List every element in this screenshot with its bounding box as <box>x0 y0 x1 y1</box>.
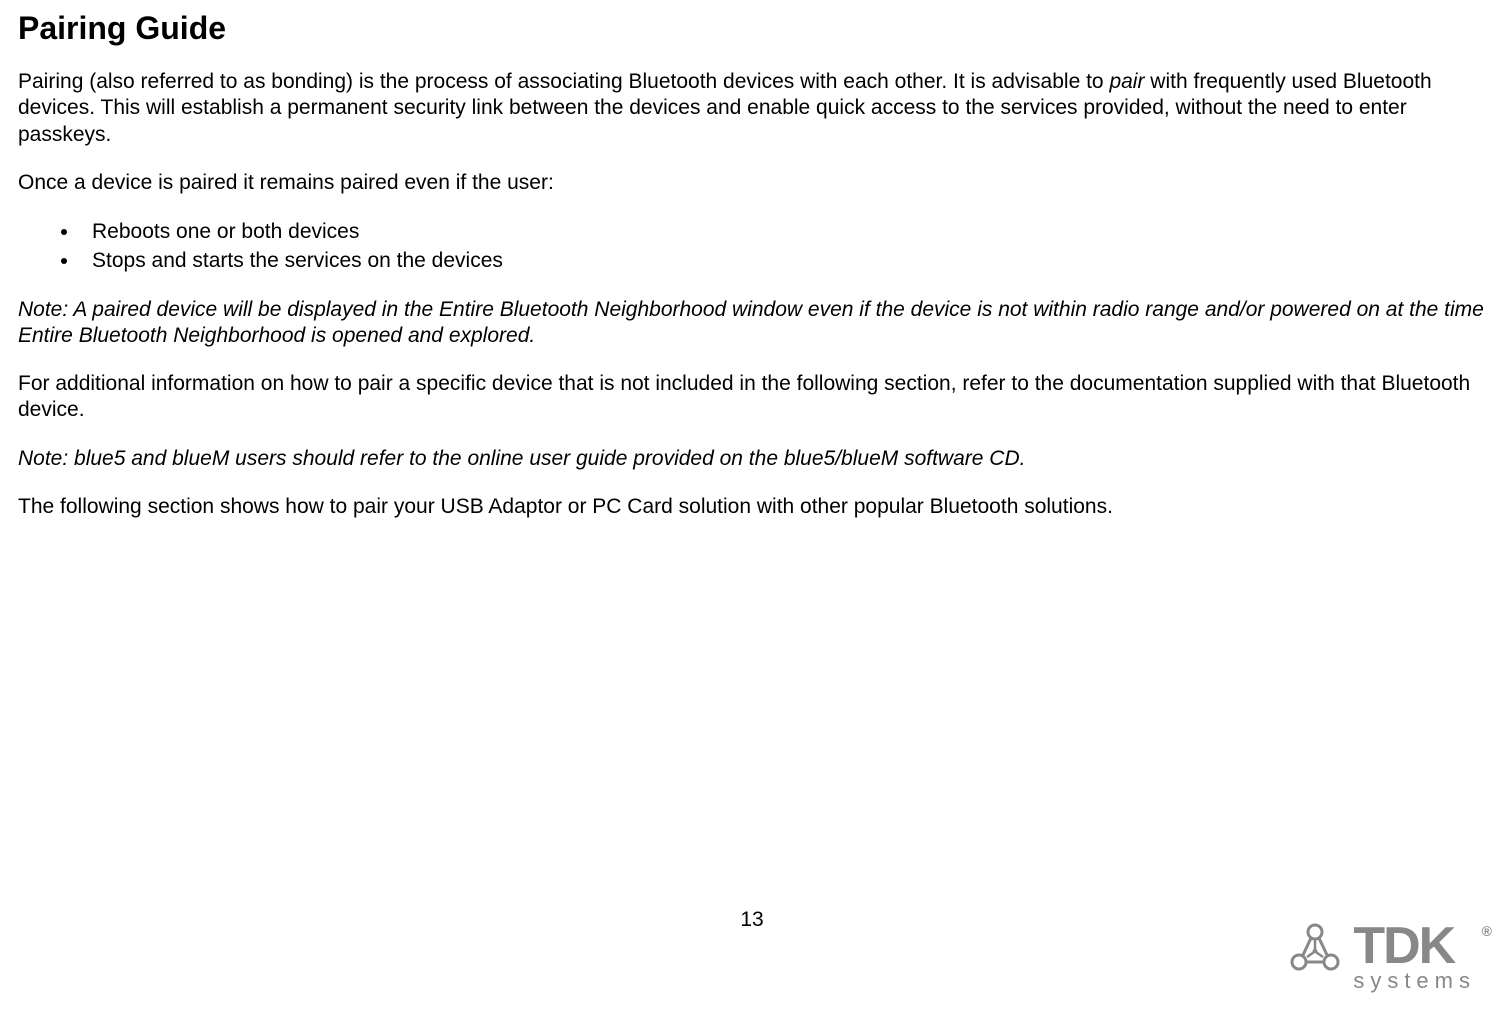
paragraph-following-section: The following section shows how to pair … <box>18 494 1486 520</box>
tdk-logo: TDK® systems <box>1285 920 1476 992</box>
paragraph-additional-info: For additional information on how to pai… <box>18 371 1486 424</box>
page-title: Pairing Guide <box>18 10 1486 47</box>
list-item: Reboots one or both devices <box>80 218 1486 245</box>
tdk-logo-text: TDK® systems <box>1353 920 1476 992</box>
paragraph-intro: Pairing (also referred to as bonding) is… <box>18 69 1486 148</box>
page-number: 13 <box>740 908 763 932</box>
bullet-list: Reboots one or both devices Stops and st… <box>18 218 1486 275</box>
tdk-logo-icon <box>1285 920 1345 980</box>
registered-mark: ® <box>1482 924 1490 938</box>
document-content: Pairing Guide Pairing (also referred to … <box>18 10 1486 520</box>
tdk-brand-name: TDK® <box>1353 920 1476 972</box>
note-blue5-bluem: Note: blue5 and blueM users should refer… <box>18 446 1486 472</box>
para1-italic-pair: pair <box>1109 70 1144 93</box>
list-item: Stops and starts the services on the dev… <box>80 247 1486 274</box>
para1-part1: Pairing (also referred to as bonding) is… <box>18 70 1109 93</box>
note-paired-device: Note: A paired device will be displayed … <box>18 297 1486 350</box>
paragraph-remains-paired: Once a device is paired it remains paire… <box>18 170 1486 196</box>
